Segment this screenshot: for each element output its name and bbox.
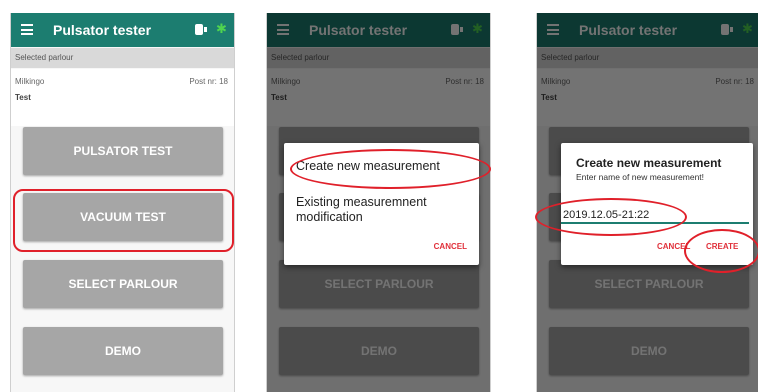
parlour-info: Milkingo Post nr: 18 Test [11,69,234,126]
phone-screen-main-menu: Pulsator tester ✱ Selected parlour Milki… [10,13,235,392]
parlour-sub: Test [15,93,31,102]
app-bar: Pulsator tester ✱ [11,13,234,47]
vacuum-test-button[interactable]: VACUUM TEST [23,193,223,241]
measurement-choice-dialog: Create new measurement Existing measurem… [284,143,479,265]
create-button[interactable]: CREATE [706,242,738,251]
plug-icon [194,23,208,36]
phone-screen-choice-dialog: Pulsator tester ✱ Selected parlour Milki… [266,13,491,392]
dialog-title: Create new measurement [576,156,722,170]
create-measurement-dialog: Create new measurement Enter name of new… [561,143,753,265]
menu-icon[interactable] [21,24,33,35]
pulsator-test-button[interactable]: PULSATOR TEST [23,127,223,175]
select-parlour-button[interactable]: SELECT PARLOUR [23,260,223,308]
measurement-name-input[interactable] [561,208,749,224]
create-new-measurement-option[interactable]: Create new measurement [296,159,440,173]
post-number: Post nr: 18 [189,77,228,86]
dialog-subtitle: Enter name of new measurement! [576,172,705,182]
selected-parlour-label: Selected parlour [11,48,234,68]
cancel-button[interactable]: CANCEL [657,242,690,251]
app-title: Pulsator tester [53,22,152,38]
bluetooth-icon: ✱ [216,21,227,36]
existing-measurement-option[interactable]: Existing measuremnent modification [296,195,466,225]
demo-button[interactable]: DEMO [23,327,223,375]
phone-screen-create-dialog: Pulsator tester ✱ Selected parlour Milki… [536,13,758,392]
cancel-button[interactable]: CANCEL [434,242,467,251]
parlour-name: Milkingo [15,77,45,86]
